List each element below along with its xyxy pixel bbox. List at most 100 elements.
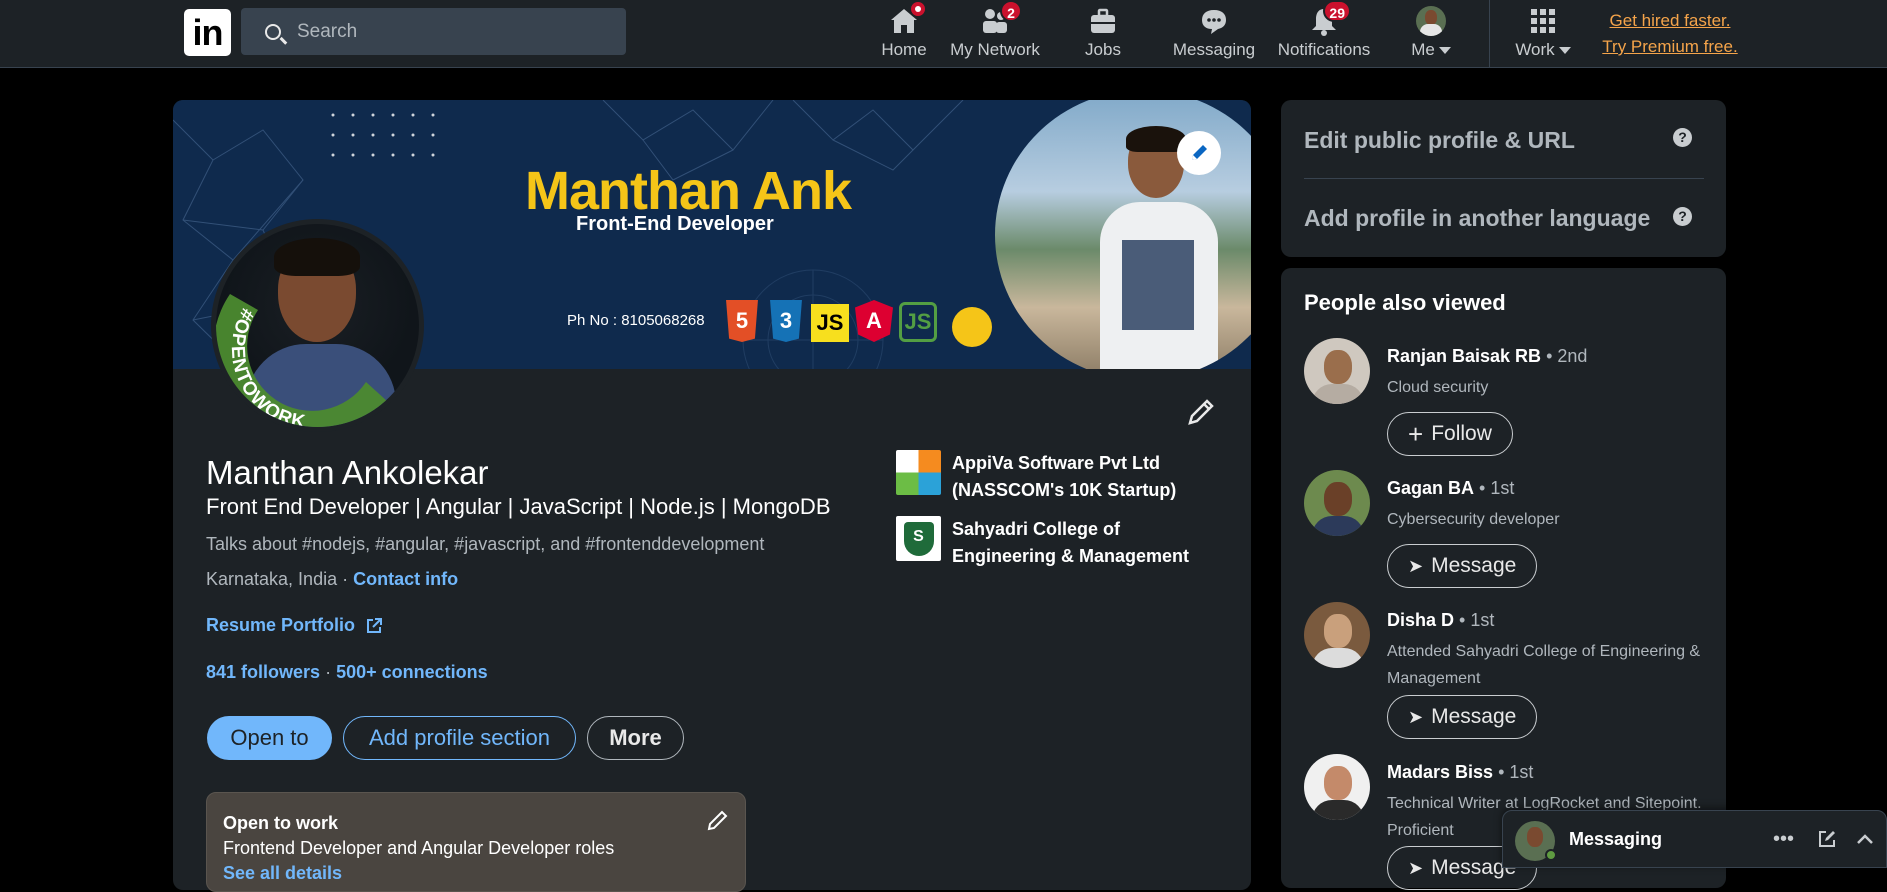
avatar[interactable] <box>1304 470 1370 536</box>
person-name[interactable]: Madars Biss • 1st <box>1387 762 1533 783</box>
nav-work-label: Work <box>1515 40 1571 60</box>
compose-icon[interactable] <box>1817 829 1837 853</box>
person-description: Cloud security <box>1387 379 1489 396</box>
edit-banner-button[interactable] <box>1177 131 1221 175</box>
nav-messaging[interactable]: Messaging <box>1168 0 1260 68</box>
nav-divider <box>1489 0 1490 68</box>
profile-talks-about: Talks about #nodejs, #angular, #javascri… <box>206 534 765 554</box>
nav-work[interactable]: Work <box>1505 0 1581 68</box>
edit-intro-button[interactable] <box>1185 396 1217 428</box>
location-separator: · <box>337 569 354 589</box>
message-button[interactable]: ➤ Message <box>1387 544 1538 588</box>
experience-appiva-line2: (NASSCOM's 10K Startup) <box>952 480 1177 500</box>
pencil-icon <box>707 810 728 831</box>
open-to-work-description: Frontend Developer and Angular Developer… <box>223 838 615 858</box>
person-name[interactable]: Ranjan Baisak RB • 2nd <box>1387 346 1587 367</box>
nav-my-network-label: My Network <box>950 40 1040 59</box>
profile-location: Karnataka, India · Contact info <box>206 569 458 590</box>
plus-icon: + <box>1408 418 1424 449</box>
avatar-photo: #OPENTOWORK <box>216 224 419 427</box>
banner-subtitle: Front-End Developer <box>576 213 774 235</box>
javascript-icon: JS <box>811 304 849 342</box>
profile-settings-card: Edit public profile & URL ? Add profile … <box>1281 100 1726 257</box>
people-also-viewed-title: People also viewed <box>1304 290 1506 315</box>
pencil-icon <box>1192 145 1207 160</box>
send-icon: ➤ <box>1408 857 1424 878</box>
more-button[interactable]: More <box>587 716 684 760</box>
follow-button[interactable]: + Follow <box>1387 412 1513 456</box>
person-description: Cybersecurity developer <box>1387 511 1560 528</box>
premium-line-1[interactable]: Get hired faster. <box>1600 8 1740 34</box>
network-icon: 2 <box>980 0 1022 36</box>
messaging-label: Messaging <box>1569 829 1663 849</box>
search-input[interactable]: Search <box>241 8 626 55</box>
edit-public-profile-link[interactable]: Edit public profile & URL <box>1304 127 1575 154</box>
resume-label: Resume Portfolio <box>206 615 356 635</box>
chevron-down-icon <box>1558 47 1571 55</box>
open-to-work-title: Open to work <box>223 813 339 833</box>
experience-appiva[interactable]: AppiVa Software Pvt Ltd (NASSCOM's 10K S… <box>896 450 1176 504</box>
education-sahyadri-line1: Sahyadri College of <box>952 519 1121 539</box>
open-to-button[interactable]: Open to <box>207 716 332 760</box>
premium-upsell[interactable]: Get hired faster. Try Premium free. <box>1600 8 1740 60</box>
nav-me[interactable]: Me <box>1396 0 1466 68</box>
person-name[interactable]: Disha D • 1st <box>1387 610 1494 631</box>
person-name[interactable]: Gagan BA • 1st <box>1387 478 1514 499</box>
nav-notifications[interactable]: 29 Notifications <box>1264 0 1384 68</box>
nav-jobs[interactable]: Jobs <box>1063 0 1143 68</box>
messaging-icon <box>1199 6 1229 36</box>
avatar[interactable] <box>1304 754 1370 820</box>
me-avatar <box>1416 6 1446 36</box>
briefcase-icon <box>1088 6 1118 36</box>
resume-portfolio-link[interactable]: Resume Portfolio <box>206 615 383 636</box>
chevron-down-icon <box>1438 47 1451 55</box>
home-icon <box>889 0 927 36</box>
avatar[interactable] <box>1304 338 1370 404</box>
nav-my-network[interactable]: 2 My Network <box>945 0 1045 68</box>
message-label: Message <box>1431 554 1517 577</box>
ellipsis-icon[interactable]: ••• <box>1773 829 1794 849</box>
premium-line-2[interactable]: Try Premium free. <box>1600 34 1740 60</box>
edit-open-to-work-button[interactable] <box>706 808 730 832</box>
add-profile-section-button[interactable]: Add profile section <box>343 716 576 760</box>
education-sahyadri[interactable]: S Sahyadri College of Engineering & Mana… <box>896 516 1189 570</box>
followers-link[interactable]: 841 followers <box>206 662 320 682</box>
banner-phone: Ph No : 8105068268 <box>567 312 705 329</box>
connections-link[interactable]: 500+ connections <box>336 662 488 682</box>
pencil-icon <box>1188 399 1214 425</box>
linkedin-logo[interactable]: in <box>184 9 231 56</box>
avatar[interactable] <box>1304 602 1370 668</box>
tech-icons: 5 3 JS A JS <box>723 300 937 342</box>
open-to-work-box[interactable]: Open to work Frontend Developer and Angu… <box>206 792 746 892</box>
send-icon: ➤ <box>1408 706 1424 727</box>
nav-me-label: Me <box>1411 40 1451 60</box>
message-label: Message <box>1431 705 1517 728</box>
nav-home-label: Home <box>881 40 927 59</box>
search-placeholder: Search <box>297 20 358 42</box>
search-icon <box>265 23 281 40</box>
message-button[interactable]: ➤ Message <box>1387 695 1538 739</box>
external-link-icon <box>367 617 383 633</box>
sahyadri-logo: S <box>896 516 941 561</box>
nav-jobs-label: Jobs <box>1085 40 1121 59</box>
help-icon[interactable]: ? <box>1673 207 1692 226</box>
stats-separator: · <box>325 662 337 682</box>
nav-notifications-label: Notifications <box>1277 40 1371 59</box>
grid-icon <box>1528 6 1558 36</box>
education-sahyadri-line2: Engineering & Management <box>952 546 1190 566</box>
experience-appiva-line1: AppiVa Software Pvt Ltd <box>952 453 1161 473</box>
location-text: Karnataka, India <box>206 569 338 589</box>
html5-icon: 5 <box>726 300 758 342</box>
see-all-details-link[interactable]: See all details <box>223 863 729 884</box>
help-icon[interactable]: ? <box>1673 128 1692 147</box>
profile-avatar[interactable]: #OPENTOWORK <box>211 219 424 432</box>
appiva-logo <box>896 450 941 495</box>
home-notification-dot <box>909 0 927 18</box>
messaging-overlay[interactable]: Messaging ••• <box>1502 810 1887 868</box>
nav-home[interactable]: Home <box>860 0 948 68</box>
chevron-up-icon[interactable] <box>1855 829 1875 853</box>
network-badge: 2 <box>1000 0 1022 22</box>
contact-info-link[interactable]: Contact info <box>353 569 458 589</box>
add-profile-language-link[interactable]: Add profile in another language <box>1304 205 1650 232</box>
send-icon: ➤ <box>1408 555 1424 576</box>
